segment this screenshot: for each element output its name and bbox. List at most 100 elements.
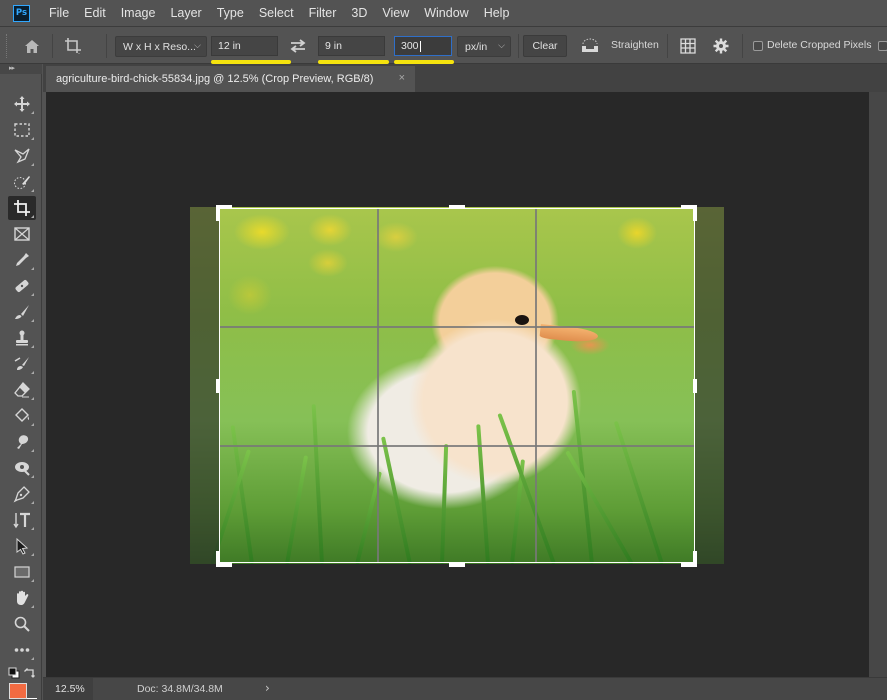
- healing-brush-tool[interactable]: [8, 274, 36, 298]
- crop-icon: [65, 38, 81, 54]
- height-input[interactable]: 9 in: [318, 36, 385, 56]
- eyedropper-tool[interactable]: [8, 248, 36, 272]
- crop-shield-right: [695, 207, 724, 564]
- eraser-icon: [14, 382, 30, 398]
- separator: [518, 34, 519, 58]
- pen-tool[interactable]: [8, 482, 36, 506]
- crop-handle-bottom-left[interactable]: [216, 551, 220, 567]
- crop-handle-bottom[interactable]: [449, 563, 465, 567]
- clear-button[interactable]: Clear: [523, 35, 567, 57]
- history-brush-tool[interactable]: [8, 352, 36, 376]
- bandage-icon: [15, 280, 29, 292]
- options-bar-grip[interactable]: [6, 34, 10, 58]
- smudge-icon: [17, 435, 29, 449]
- pen-icon: [13, 486, 30, 503]
- straighten-button[interactable]: [579, 36, 601, 56]
- crop-tool-preset-button[interactable]: [60, 34, 86, 58]
- resolution-unit-select[interactable]: px/in ⌵: [457, 36, 511, 57]
- smudge-tool[interactable]: [8, 430, 36, 454]
- content-aware-checkbox[interactable]: [878, 41, 887, 51]
- zoom-level-field[interactable]: 12.5%: [43, 678, 93, 700]
- straighten-icon: [582, 38, 598, 52]
- default-colors-button[interactable]: [8, 667, 20, 679]
- quick-selection-tool[interactable]: [8, 170, 36, 194]
- frame-icon: [14, 227, 30, 241]
- crop-handle-top-left[interactable]: [216, 205, 220, 221]
- resolution-value: 300: [401, 40, 419, 52]
- width-input[interactable]: 12 in: [211, 36, 278, 56]
- document-tab-bar: agriculture-bird-chick-55834.jpg @ 12.5%…: [43, 64, 887, 92]
- brush-tool[interactable]: [8, 300, 36, 324]
- menu-edit[interactable]: Edit: [84, 6, 106, 20]
- marquee-tool[interactable]: [8, 118, 36, 142]
- tools-panel-header[interactable]: [0, 64, 42, 74]
- status-menu-arrow-icon[interactable]: ›: [265, 681, 270, 695]
- rectangle-tool[interactable]: [8, 560, 36, 584]
- ellipsis-icon: [14, 648, 30, 652]
- path-selection-tool[interactable]: [8, 534, 36, 558]
- background-color-swatch[interactable]: [27, 698, 37, 699]
- move-icon: [14, 96, 30, 112]
- home-icon: [25, 39, 39, 53]
- ratio-preset-select[interactable]: W x H x Reso... ⌵: [115, 36, 207, 57]
- menu-image[interactable]: Image: [121, 6, 156, 20]
- history-brush-icon: [14, 357, 29, 370]
- menu-help[interactable]: Help: [484, 6, 510, 20]
- frame-tool[interactable]: [8, 222, 36, 246]
- more-tools-button[interactable]: [8, 638, 36, 662]
- menu-file[interactable]: File: [49, 6, 69, 20]
- zoom-tool[interactable]: [8, 612, 36, 636]
- document-tab-title: agriculture-bird-chick-55834.jpg @ 12.5%…: [56, 73, 374, 85]
- crop-grid-line: [377, 209, 379, 562]
- crop-handle-top-right[interactable]: [693, 205, 697, 221]
- status-bar: 12.5% Doc: 34.8M/34.8M ›: [43, 677, 887, 700]
- crop-settings-button[interactable]: [710, 35, 732, 57]
- ratio-preset-value: W x H x Reso...: [123, 40, 196, 53]
- paint-bucket-tool[interactable]: [8, 404, 36, 428]
- straighten-label[interactable]: Straighten: [611, 39, 659, 51]
- separator: [742, 34, 743, 58]
- text-caret: [419, 40, 421, 52]
- swap-icon: [290, 39, 306, 53]
- hand-tool[interactable]: [8, 586, 36, 610]
- crop-tool[interactable]: [8, 196, 36, 220]
- menu-view[interactable]: View: [382, 6, 409, 20]
- menu-select[interactable]: Select: [259, 6, 294, 20]
- home-button[interactable]: [20, 35, 44, 57]
- crop-handle-right[interactable]: [693, 379, 697, 393]
- foreground-color-swatch[interactable]: [9, 683, 27, 699]
- gear-icon: [713, 38, 729, 54]
- swap-colors-button[interactable]: [24, 666, 38, 680]
- close-icon[interactable]: ×: [399, 72, 405, 84]
- crop-shield-left: [190, 207, 219, 564]
- clone-stamp-tool[interactable]: [8, 326, 36, 350]
- menu-window[interactable]: Window: [424, 6, 468, 20]
- rectangle-icon: [14, 566, 30, 578]
- eyedropper-icon: [16, 253, 29, 266]
- crop-handle-top[interactable]: [449, 205, 465, 209]
- lasso-tool[interactable]: [8, 144, 36, 168]
- document-size: Doc: 34.8M/34.8M: [137, 683, 223, 695]
- menu-3d[interactable]: 3D: [351, 6, 367, 20]
- vertical-scrollbar[interactable]: [869, 92, 887, 677]
- brush-icon: [15, 305, 29, 319]
- eraser-tool[interactable]: [8, 378, 36, 402]
- menu-layer[interactable]: Layer: [170, 6, 201, 20]
- swap-dimensions-button[interactable]: [287, 37, 309, 55]
- collapse-panel-icon[interactable]: ▸▸: [9, 64, 15, 72]
- crop-handle-left[interactable]: [216, 379, 220, 393]
- crop-box[interactable]: [219, 208, 695, 563]
- type-tool[interactable]: [8, 508, 36, 532]
- move-tool[interactable]: [8, 92, 36, 116]
- swap-colors-icon: [24, 668, 35, 678]
- delete-cropped-pixels-label[interactable]: Delete Cropped Pixels: [767, 39, 871, 51]
- delete-cropped-pixels-checkbox[interactable]: [753, 41, 763, 51]
- document-tab[interactable]: agriculture-bird-chick-55834.jpg @ 12.5%…: [46, 66, 415, 92]
- menu-filter[interactable]: Filter: [309, 6, 337, 20]
- dodge-tool[interactable]: [8, 456, 36, 480]
- overlay-options-button[interactable]: [677, 35, 699, 57]
- menu-type[interactable]: Type: [217, 6, 244, 20]
- resolution-input[interactable]: 300: [394, 36, 452, 56]
- crop-handle-bottom-right[interactable]: [693, 551, 697, 567]
- crop-grid-line: [220, 326, 694, 328]
